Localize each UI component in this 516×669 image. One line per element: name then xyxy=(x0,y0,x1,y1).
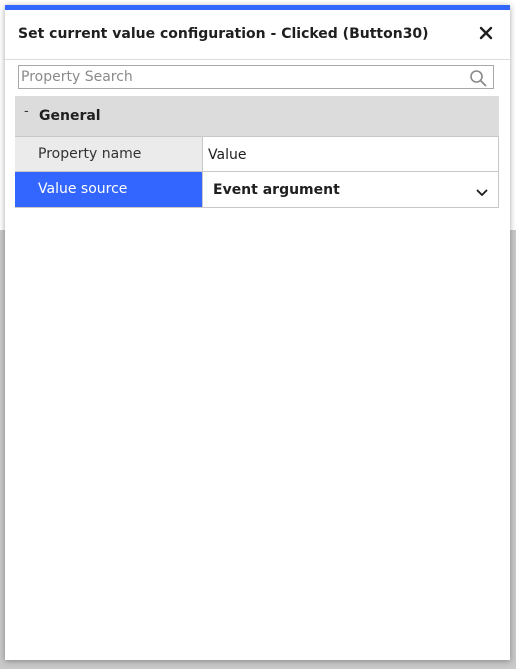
close-icon[interactable] xyxy=(476,23,496,43)
property-name-cell: Property name xyxy=(15,137,203,171)
property-value: Value xyxy=(208,147,247,163)
property-grid: Property name Value Value source Event a… xyxy=(15,136,499,208)
collapse-toggle[interactable]: - xyxy=(24,104,29,119)
property-label: Property name xyxy=(38,146,142,162)
dialog-title: Set current value configuration - Clicke… xyxy=(18,26,429,42)
property-search xyxy=(18,65,494,89)
dropdown-selected-value: Event argument xyxy=(213,182,340,198)
group-label: General xyxy=(39,108,101,124)
property-label: Value source xyxy=(38,181,128,197)
search-icon[interactable] xyxy=(469,69,487,87)
property-row-property-name[interactable]: Property name Value xyxy=(15,136,499,172)
search-input[interactable] xyxy=(19,66,461,88)
chevron-down-icon[interactable] xyxy=(476,184,488,196)
property-dialog: Set current value configuration - Clicke… xyxy=(5,5,510,660)
group-header-general[interactable]: - General xyxy=(15,96,499,136)
dialog-header: Set current value configuration - Clicke… xyxy=(5,10,510,60)
property-name-cell: Value source xyxy=(15,172,203,207)
property-value-field[interactable]: Value xyxy=(203,137,499,171)
value-source-dropdown[interactable]: Event argument xyxy=(203,172,499,207)
property-row-value-source[interactable]: Value source Event argument xyxy=(15,172,499,208)
